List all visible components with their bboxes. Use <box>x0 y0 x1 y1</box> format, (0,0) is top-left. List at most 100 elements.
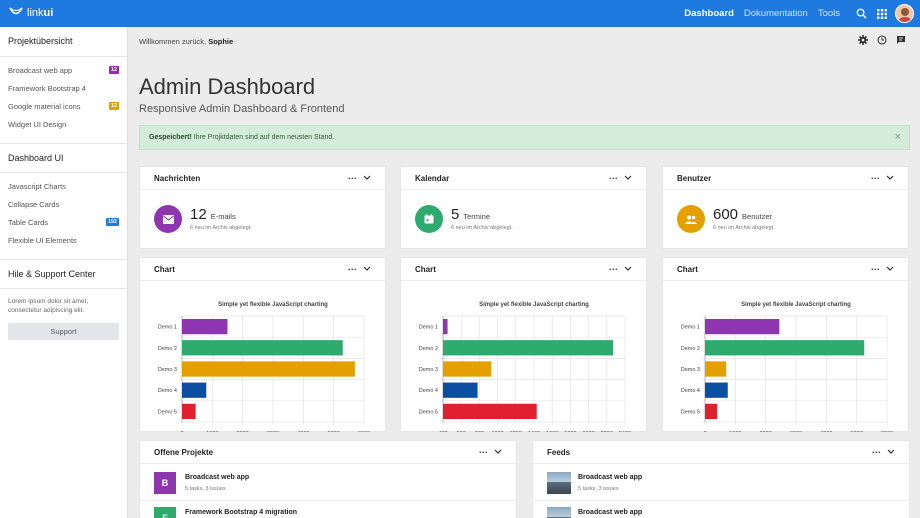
chevron-down-icon[interactable] <box>886 266 894 272</box>
logo-text-bold: ui <box>43 7 54 19</box>
project-avatar: B <box>154 472 176 494</box>
x-tick-label: 800 <box>475 431 484 432</box>
sidebar-item-javascript-charts[interactable]: Javascript Charts <box>0 177 127 195</box>
search-icon[interactable] <box>856 8 867 19</box>
y-tick-label: Demo 5 <box>419 409 438 415</box>
x-tick-label: 1000 <box>729 431 741 432</box>
project-item[interactable]: B Broadcast web app 5 tasks, 3 issues <box>154 472 504 502</box>
close-icon[interactable]: × <box>895 126 901 149</box>
bar-chart: Simple yet flexible JavaScript charting 0… <box>681 302 893 432</box>
x-tick-label: 5000 <box>851 431 863 432</box>
sidebar-item-label: Google material icons <box>8 101 81 111</box>
x-tick-label: 1000 <box>491 431 503 432</box>
welcome-user: Sophie <box>208 37 234 46</box>
stat-card-kalendar: Kalendar... 5 Termine 6 neu im Archiv abgel… <box>400 166 647 249</box>
page-subtitle: Responsive Admin Dashboard & Frontend <box>139 103 345 115</box>
sidebar-item-label: Flexible UI Elements <box>8 235 77 245</box>
y-tick-label: Demo 2 <box>419 346 438 352</box>
y-tick-label: Demo 1 <box>419 325 438 331</box>
sidebar-item-table-cards[interactable]: Table Cards 192 <box>0 213 127 231</box>
user-avatar[interactable] <box>895 4 914 23</box>
gear-icon[interactable] <box>858 35 868 48</box>
more-icon[interactable]: ... <box>348 263 357 272</box>
more-icon[interactable]: ... <box>872 446 881 455</box>
bar <box>182 403 196 420</box>
card-title: Chart <box>154 264 175 274</box>
card-title: Chart <box>677 264 698 274</box>
nav-tools[interactable]: Tools <box>818 8 840 19</box>
x-tick-label: 4000 <box>297 431 309 432</box>
clock-icon[interactable] <box>877 35 887 48</box>
feed-title: Broadcast web app <box>578 474 643 481</box>
stat-value: 12 <box>190 206 207 223</box>
chat-icon[interactable] <box>896 35 906 48</box>
bar <box>182 382 207 398</box>
project-title: Framework Bootstrap 4 migration <box>185 509 298 516</box>
more-icon[interactable]: ... <box>609 263 618 272</box>
bar <box>443 318 448 335</box>
sidebar-item-label: Javascript Charts <box>8 181 66 191</box>
project-item[interactable]: F Framework Bootstrap 4 migration <box>154 507 504 518</box>
x-tick-label: 5000 <box>328 431 340 432</box>
nav-dokumentation[interactable]: Dokumentation <box>744 8 808 19</box>
bar-chart: Simple yet flexible JavaScript charting 0… <box>158 302 370 432</box>
sidebar-item-broadcast-web-app[interactable]: Broadcast web app 12 <box>0 61 127 79</box>
card-title: Benutzer <box>677 173 712 183</box>
stat-card-benutzer: Benutzer... 600 Benutzer 6 neu im Archiv ab… <box>662 166 909 249</box>
card-title: Kalendar <box>415 173 450 183</box>
chevron-down-icon[interactable] <box>363 175 371 181</box>
feed-title: Broadcast web app <box>578 509 643 516</box>
chevron-down-icon[interactable] <box>494 449 502 455</box>
chevron-down-icon[interactable] <box>624 266 632 272</box>
x-tick-label: 600 <box>457 431 466 432</box>
sidebar-item-collapse-cards[interactable]: Collapse Cards <box>0 195 127 213</box>
bar <box>182 361 355 377</box>
more-icon[interactable]: ... <box>871 172 880 181</box>
sidebar: Projektübersicht Broadcast web app 12 Fram… <box>0 27 128 518</box>
nav-dashboard[interactable]: Dashboard <box>684 8 734 19</box>
chevron-down-icon[interactable] <box>886 175 894 181</box>
chart-card: Chart... Simple yet flexible JavaScript c… <box>400 257 647 432</box>
more-icon[interactable]: ... <box>609 172 618 181</box>
more-icon[interactable]: ... <box>479 446 488 455</box>
alert-text: Ihre Projktdaten sind auf dem neusten St… <box>191 134 335 141</box>
chart-title: Simple yet flexible JavaScript charting <box>479 302 589 308</box>
sidebar-item-flexible-ui-elements[interactable]: Flexible UI Elements <box>0 231 127 249</box>
bar <box>182 318 228 335</box>
x-tick-label: 1400 <box>528 431 540 432</box>
sidebar-item-widget-ui-design[interactable]: Widget UI Design <box>0 115 127 133</box>
bar <box>182 340 343 356</box>
sidebar-item-framework-bootstrap-4[interactable]: Framework Bootstrap 4 <box>0 79 127 97</box>
welcome-text: Willkommen zurück, Sophie <box>139 37 233 46</box>
y-tick-label: Demo 2 <box>158 346 177 352</box>
stat-value-block: 12 E-mails <box>190 206 236 223</box>
bar <box>443 340 614 356</box>
support-button[interactable]: Support <box>8 323 119 340</box>
stat-value: 5 <box>451 206 460 223</box>
apps-grid-icon[interactable] <box>877 8 887 19</box>
x-tick-label: 6000 <box>881 431 893 432</box>
chevron-down-icon[interactable] <box>624 175 632 181</box>
more-icon[interactable]: ... <box>348 172 357 181</box>
bar <box>705 318 780 335</box>
x-tick-label: 2000 <box>582 431 594 432</box>
calendar-icon <box>415 205 443 233</box>
project-meta: 5 tasks, 3 issues <box>185 486 226 492</box>
chevron-down-icon[interactable] <box>887 449 895 455</box>
alert-strong: Gespeichert! <box>149 134 192 141</box>
page-title: Admin Dashboard <box>139 74 316 99</box>
sidebar-item-google-material-icons[interactable]: Google material icons 12 <box>0 97 127 115</box>
chevron-down-icon[interactable] <box>363 266 371 272</box>
feed-item[interactable]: Broadcast web app 5 tasks, 3 issues <box>547 472 897 502</box>
y-tick-label: Demo 1 <box>158 325 177 331</box>
y-tick-label: Demo 5 <box>158 409 177 415</box>
y-tick-label: Demo 3 <box>419 367 438 373</box>
brand-logo[interactable]: linkui <box>8 5 53 21</box>
sidebar-item-label: Widget UI Design <box>8 119 67 129</box>
feed-item[interactable]: Broadcast web app <box>547 507 897 518</box>
sidebar-list-dashboard: Javascript Charts Collapse Cards Table Car… <box>0 173 127 255</box>
project-avatar: F <box>154 507 176 518</box>
feed-thumbnail <box>547 507 571 518</box>
feed-thumbnail <box>547 472 571 494</box>
more-icon[interactable]: ... <box>871 263 880 272</box>
